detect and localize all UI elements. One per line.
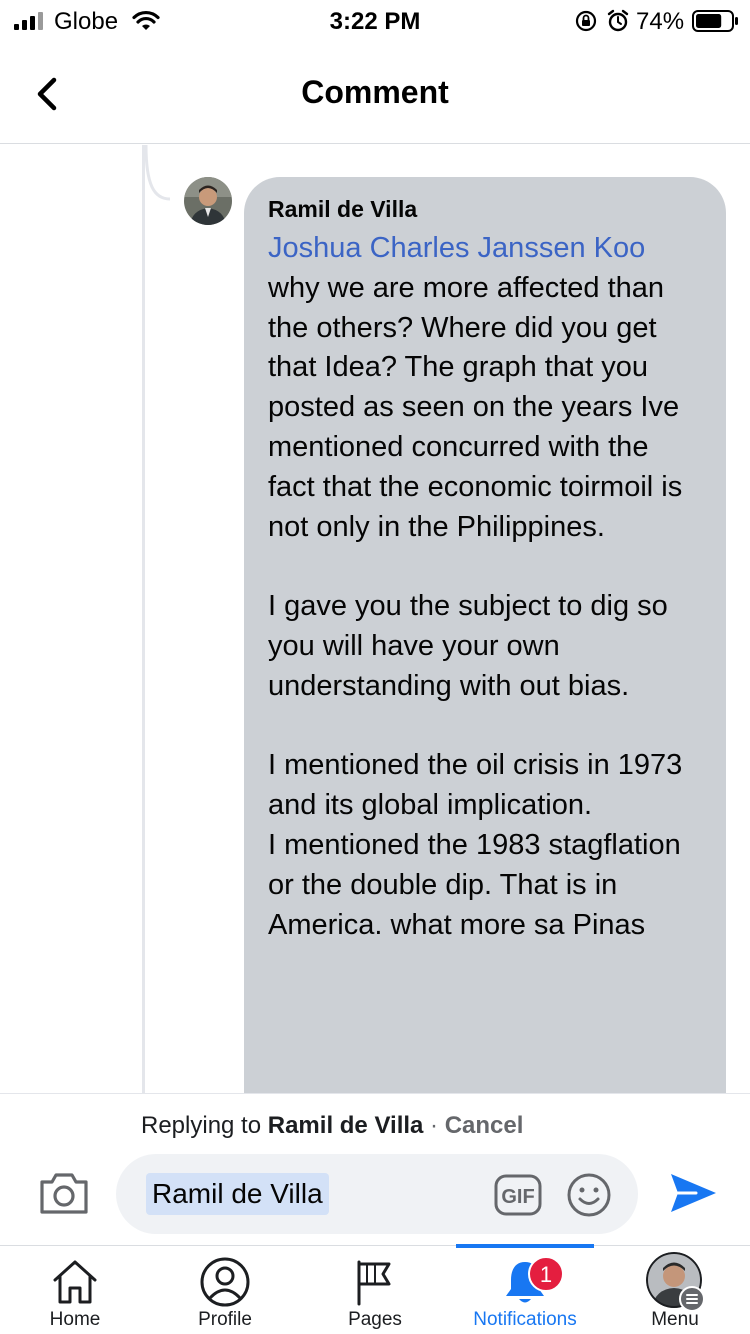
tab-home[interactable]: Home — [0, 1246, 150, 1334]
battery-percent: 74% — [636, 8, 685, 35]
comment-bubble[interactable]: Ramil de Villa Joshua Charles Janssen Ko… — [244, 177, 726, 1093]
tab-profile[interactable]: Profile — [150, 1246, 300, 1334]
comment-paragraph: I mentioned the oil crisis in 1973 and i… — [268, 749, 683, 822]
comment-body: Joshua Charles Janssen Koo why we are mo… — [268, 229, 702, 945]
tab-pages[interactable]: Pages — [300, 1246, 450, 1334]
avatar-photo-icon — [184, 177, 232, 225]
cancel-reply-button[interactable]: Cancel — [445, 1112, 524, 1139]
tab-label: Profile — [198, 1309, 252, 1330]
reply-area: Replying to Ramil de Villa · Cancel Rami… — [0, 1093, 750, 1245]
previous-comment-edge — [440, 145, 740, 151]
comment-paragraph: I gave you the subject to dig so you wil… — [268, 590, 668, 702]
emoji-icon[interactable] — [566, 1172, 612, 1218]
menu-lines-icon — [679, 1286, 705, 1312]
send-icon[interactable] — [668, 1170, 718, 1216]
avatar[interactable] — [184, 177, 232, 225]
gif-icon[interactable]: GIF — [494, 1174, 542, 1216]
thread-line — [142, 145, 145, 1093]
tab-label: Home — [49, 1309, 101, 1330]
bottom-tab-bar: Home Profile Pages Notifications 1 Menu — [0, 1244, 750, 1334]
profile-icon — [200, 1257, 250, 1307]
tab-notifications[interactable]: Notifications — [450, 1246, 600, 1334]
battery-icon — [692, 10, 738, 32]
comment-author[interactable]: Ramil de Villa — [268, 195, 702, 223]
rotation-lock-icon — [575, 10, 597, 32]
separator: · — [430, 1112, 439, 1139]
notification-badge: 1 — [528, 1256, 564, 1292]
alarm-icon — [607, 9, 629, 32]
mention-link[interactable]: Joshua Charles Janssen Koo — [268, 232, 645, 264]
thread-connector — [144, 145, 171, 201]
page-title: Comment — [301, 74, 449, 110]
home-icon — [53, 1260, 97, 1304]
header: Comment — [0, 44, 750, 144]
tab-label: Pages — [348, 1309, 402, 1330]
replying-to-label: Replying to Ramil de Villa · Cancel — [141, 1112, 523, 1140]
replying-name: Ramil de Villa — [267, 1112, 424, 1139]
camera-icon[interactable] — [38, 1170, 90, 1216]
replying-prefix: Replying to — [141, 1112, 262, 1139]
comment-thread[interactable]: Ramil de Villa Joshua Charles Janssen Ko… — [0, 145, 750, 1093]
flag-icon — [357, 1260, 391, 1306]
comment-paragraph: I mentioned the 1983 stagflation or the … — [268, 828, 681, 941]
gif-label: GIF — [501, 1186, 534, 1208]
comment-input[interactable]: Ramil de Villa — [146, 1173, 329, 1215]
status-bar: Globe 3:22 PM 74% — [0, 0, 750, 44]
comment-composer[interactable]: Ramil de Villa GIF — [116, 1154, 638, 1234]
tab-label: Notifications — [473, 1309, 577, 1330]
comment-paragraph: why we are more affected than the others… — [268, 271, 683, 543]
tab-label: Menu — [651, 1309, 699, 1330]
